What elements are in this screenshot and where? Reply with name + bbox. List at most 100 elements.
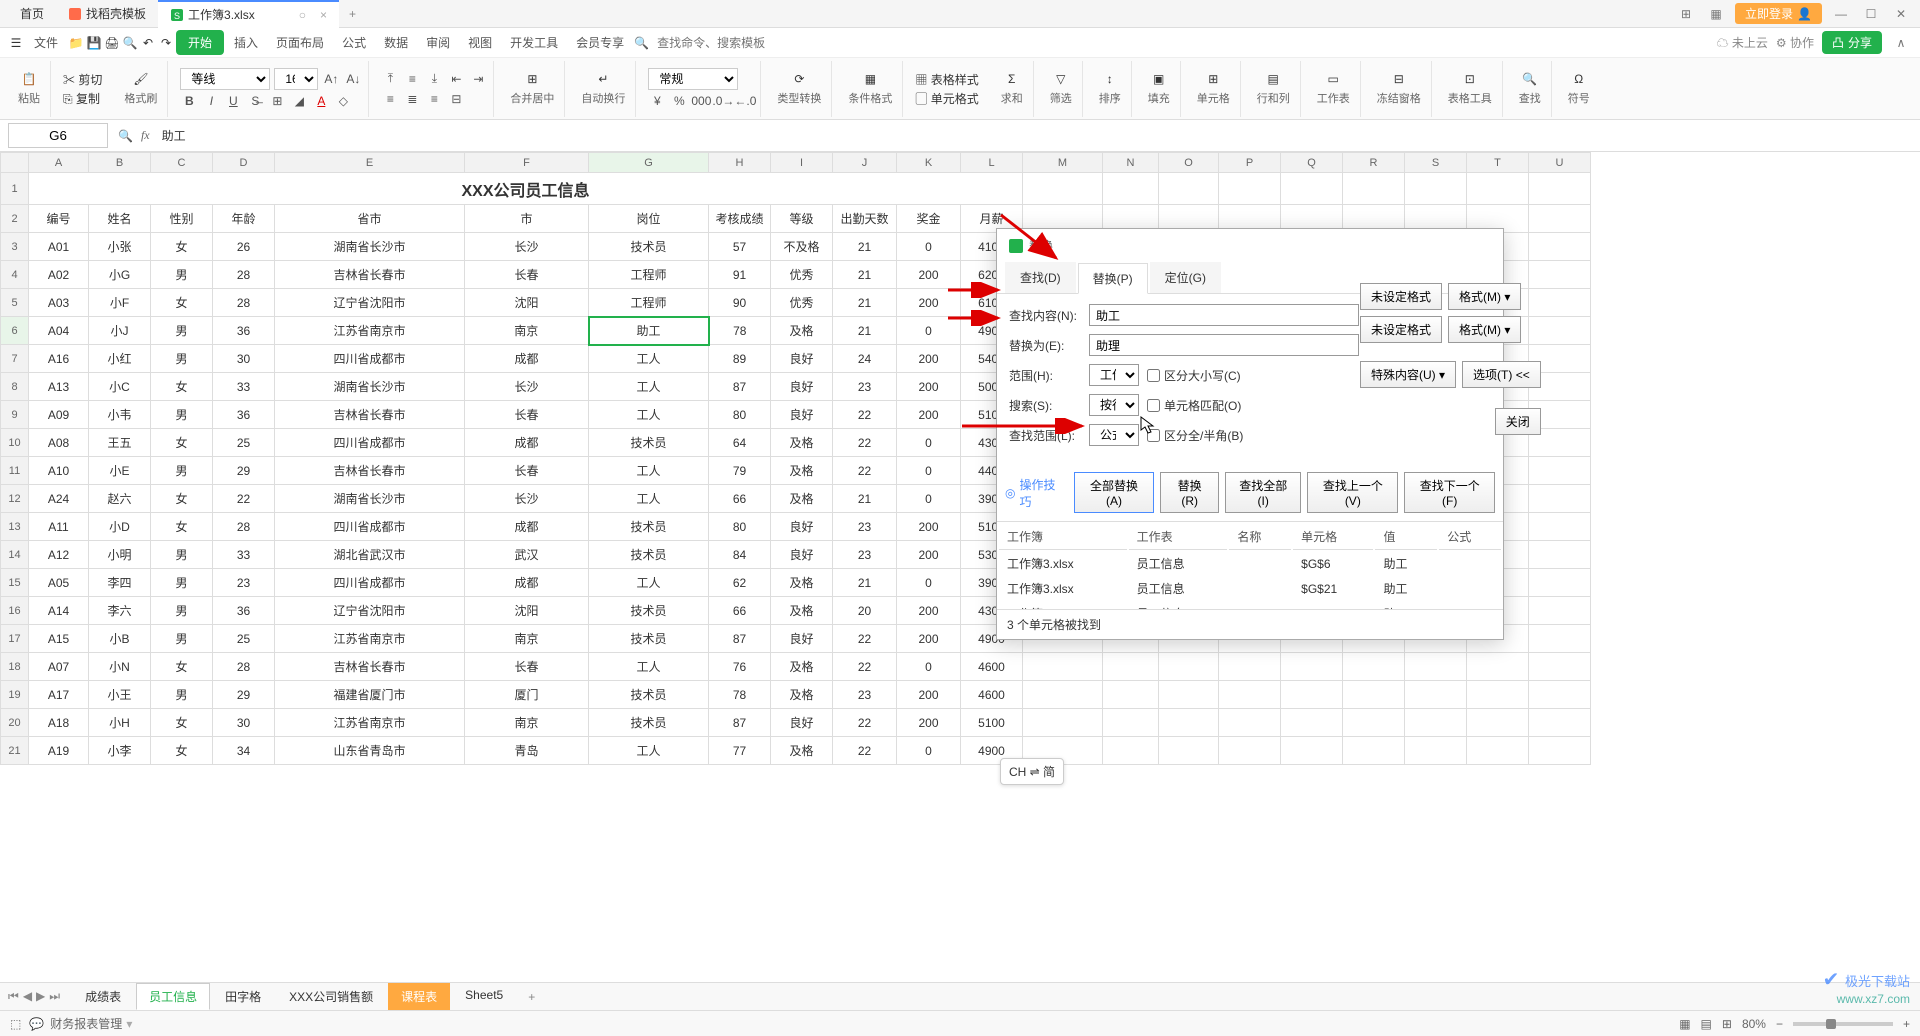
row-header-15[interactable]: 15 — [1, 569, 29, 597]
no-format-button-2[interactable]: 未设定格式 — [1360, 316, 1442, 343]
cell-C21[interactable]: 女 — [151, 737, 213, 765]
row-header-10[interactable]: 10 — [1, 429, 29, 457]
cell-B12[interactable]: 赵六 — [89, 485, 151, 513]
cell-A5[interactable]: A03 — [29, 289, 89, 317]
table-style-button[interactable]: ▦ 表格样式 — [915, 71, 978, 88]
redo-icon[interactable]: ↷ — [158, 35, 174, 51]
col-header-L[interactable]: L — [961, 153, 1023, 173]
new-tab-button[interactable]: + — [339, 7, 366, 21]
border-button[interactable]: ⊞ — [268, 92, 286, 110]
no-format-button-1[interactable]: 未设定格式 — [1360, 283, 1442, 310]
save-icon[interactable]: 💾 — [86, 35, 102, 51]
cell-G12[interactable]: 工人 — [589, 485, 709, 513]
cell-B3[interactable]: 小张 — [89, 233, 151, 261]
undo-icon[interactable]: ↶ — [140, 35, 156, 51]
cell-E20[interactable]: 江苏省南京市 — [275, 709, 465, 737]
menu-pagelayout[interactable]: 页面布局 — [268, 30, 332, 55]
header-cell[interactable]: 出勤天数 — [833, 205, 897, 233]
cell-I15[interactable]: 及格 — [771, 569, 833, 597]
status-mode-icon[interactable]: 💬 — [29, 1017, 44, 1031]
col-header-J[interactable]: J — [833, 153, 897, 173]
align-center-icon[interactable]: ≣ — [403, 90, 421, 108]
cell-I8[interactable]: 良好 — [771, 373, 833, 401]
cell-empty[interactable] — [1103, 173, 1159, 205]
zoom-out-button[interactable]: − — [1776, 1017, 1783, 1031]
find-next-button[interactable]: 查找下一个(F) — [1404, 472, 1495, 513]
cell-K19[interactable]: 200 — [897, 681, 961, 709]
close-button[interactable]: ✕ — [1890, 3, 1912, 25]
cell-K9[interactable]: 200 — [897, 401, 961, 429]
cell-I19[interactable]: 及格 — [771, 681, 833, 709]
cell-D10[interactable]: 25 — [213, 429, 275, 457]
cell-K11[interactable]: 0 — [897, 457, 961, 485]
cell-H21[interactable]: 77 — [709, 737, 771, 765]
cell-H20[interactable]: 87 — [709, 709, 771, 737]
cell-K10[interactable]: 0 — [897, 429, 961, 457]
cond-format-button[interactable]: ▦条件格式 — [844, 68, 896, 110]
cell-J4[interactable]: 21 — [833, 261, 897, 289]
cell-A7[interactable]: A16 — [29, 345, 89, 373]
find-input[interactable] — [1089, 304, 1359, 326]
cell-empty[interactable] — [1529, 653, 1591, 681]
cell-B11[interactable]: 小E — [89, 457, 151, 485]
cell-H6[interactable]: 78 — [709, 317, 771, 345]
freeze-button[interactable]: ⊟冻结窗格 — [1373, 68, 1425, 110]
menu-file[interactable]: 文件 — [26, 30, 66, 55]
cell-empty[interactable] — [1281, 653, 1343, 681]
tab-pin-icon[interactable]: ○ — [299, 8, 306, 22]
cell-C6[interactable]: 男 — [151, 317, 213, 345]
cell-F6[interactable]: 南京 — [465, 317, 589, 345]
command-search-input[interactable] — [651, 34, 811, 52]
cell-empty[interactable] — [1529, 569, 1591, 597]
tab-close-icon[interactable]: × — [320, 8, 327, 22]
cell-B16[interactable]: 李六 — [89, 597, 151, 625]
cell-empty[interactable] — [1281, 173, 1343, 205]
cell-K3[interactable]: 0 — [897, 233, 961, 261]
cell-K18[interactable]: 0 — [897, 653, 961, 681]
cell-I18[interactable]: 及格 — [771, 653, 833, 681]
spreadsheet-grid[interactable]: ABCDEFGHIJKLMNOPQRSTU1XXX公司员工信息2编号姓名性别年龄… — [0, 152, 1920, 922]
cell-empty[interactable] — [1343, 681, 1405, 709]
cut-button[interactable]: ✂ 剪切 — [63, 71, 102, 88]
align-middle-icon[interactable]: ≡ — [403, 70, 421, 88]
cell-empty[interactable] — [1529, 233, 1591, 261]
cell-empty[interactable] — [1023, 653, 1103, 681]
match-cell-checkbox[interactable]: 单元格匹配(O) — [1147, 397, 1241, 414]
collapse-ribbon-icon[interactable]: ∧ — [1890, 32, 1912, 54]
cell-H18[interactable]: 76 — [709, 653, 771, 681]
cell-G18[interactable]: 工人 — [589, 653, 709, 681]
zoom-percent[interactable]: 80% — [1742, 1017, 1766, 1031]
align-left-icon[interactable]: ≡ — [381, 90, 399, 108]
row-header-19[interactable]: 19 — [1, 681, 29, 709]
header-cell[interactable]: 年龄 — [213, 205, 275, 233]
cell-I9[interactable]: 良好 — [771, 401, 833, 429]
cell-F16[interactable]: 沈阳 — [465, 597, 589, 625]
row-header-2[interactable]: 2 — [1, 205, 29, 233]
dialog-close-button[interactable]: 关闭 — [1495, 408, 1541, 435]
cell-F10[interactable]: 成都 — [465, 429, 589, 457]
cell-E6[interactable]: 江苏省南京市 — [275, 317, 465, 345]
cell-A20[interactable]: A18 — [29, 709, 89, 737]
zoom-slider[interactable] — [1793, 1022, 1893, 1026]
wrap-text-button[interactable]: ↵自动换行 — [577, 68, 629, 110]
cell-empty[interactable] — [1405, 681, 1467, 709]
bold-button[interactable]: B — [180, 92, 198, 110]
cell-K7[interactable]: 200 — [897, 345, 961, 373]
col-header-Q[interactable]: Q — [1281, 153, 1343, 173]
sheet-nav-prev-icon[interactable]: ◀ — [23, 989, 32, 1004]
row-header-14[interactable]: 14 — [1, 541, 29, 569]
sheet-nav-first-icon[interactable]: ⏮ — [8, 989, 19, 1004]
cell-J15[interactable]: 21 — [833, 569, 897, 597]
cell-G13[interactable]: 技术员 — [589, 513, 709, 541]
row-header-17[interactable]: 17 — [1, 625, 29, 653]
font-color-button[interactable]: A — [312, 92, 330, 110]
cell-empty[interactable] — [1529, 205, 1591, 233]
cell-F9[interactable]: 长春 — [465, 401, 589, 429]
cell-I12[interactable]: 及格 — [771, 485, 833, 513]
cell-C4[interactable]: 男 — [151, 261, 213, 289]
cell-E10[interactable]: 四川省成都市 — [275, 429, 465, 457]
cell-H17[interactable]: 87 — [709, 625, 771, 653]
cell-L18[interactable]: 4600 — [961, 653, 1023, 681]
cell-F4[interactable]: 长春 — [465, 261, 589, 289]
cell-E11[interactable]: 吉林省长春市 — [275, 457, 465, 485]
